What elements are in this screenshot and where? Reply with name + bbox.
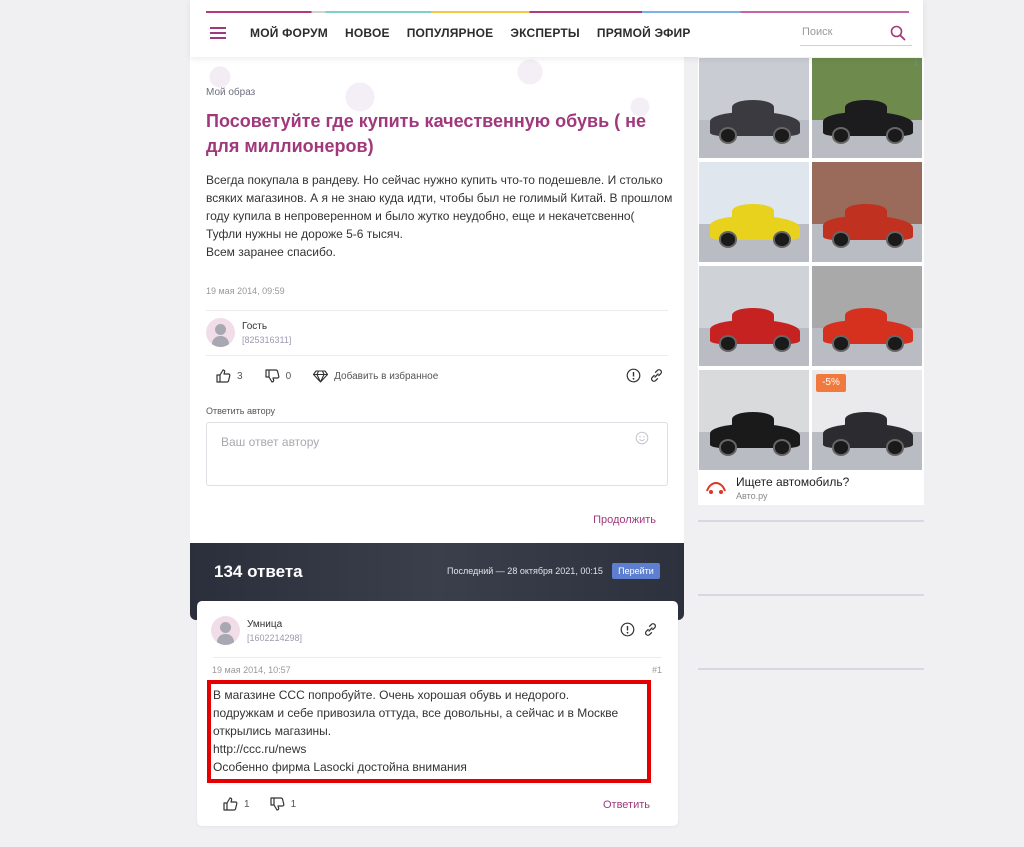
answer-body: В магазине ССС попробуйте. Очень хорошая… [207, 680, 651, 783]
autoru-logo [704, 476, 728, 500]
diamond-icon [313, 369, 329, 383]
favorite-label: Добавить в избранное [334, 370, 439, 382]
dislike-count: 0 [285, 370, 292, 382]
add-to-favorites-button[interactable]: Добавить в избранное [313, 369, 439, 383]
rainbow-stripe [206, 11, 909, 13]
avatar [211, 616, 240, 645]
search-icon[interactable] [890, 25, 906, 41]
post-tools [626, 368, 664, 383]
report-icon[interactable] [620, 622, 635, 637]
divider [213, 657, 662, 658]
ad-info-icon[interactable]: i [910, 57, 922, 69]
post-card: Мой образ Посоветуйте где купить качеств… [190, 57, 684, 620]
author-id: [825316311] [242, 334, 292, 345]
dislike-button[interactable]: 0 [264, 369, 292, 383]
answer-author[interactable]: Умница [1602214298] [211, 616, 302, 645]
go-to-last-button[interactable]: Перейти [612, 563, 660, 579]
thumbs-down-icon [269, 797, 284, 811]
last-answer-info: Последний — 28 октября 2021, 00:15 [447, 566, 603, 576]
report-icon[interactable] [626, 368, 641, 383]
author-id: [1602214298] [247, 632, 303, 643]
post-body-text: Всегда покупала в рандеву. Но сейчас нуж… [206, 173, 673, 259]
answer-card: Умница [1602214298] 19 мая 2014, 10:57 #… [197, 601, 678, 826]
link-icon[interactable] [649, 368, 664, 383]
post-date: 19 мая 2014, 09:59 [206, 286, 285, 296]
answer-actions: 1 1 [223, 797, 316, 811]
continue-button[interactable]: Продолжить [593, 514, 656, 526]
search-box [800, 22, 912, 46]
nav-my-forum[interactable]: Мой форум [250, 26, 328, 40]
ad-title: Ищете автомобиль? [736, 475, 850, 489]
ad-car-image[interactable] [699, 370, 809, 470]
answer-tools [620, 622, 658, 637]
post-category[interactable]: Мой образ [206, 87, 255, 98]
like-button[interactable]: 1 [223, 797, 250, 811]
nav-popular[interactable]: Популярное [407, 26, 494, 40]
main-nav: Мой форум Новое Популярное Эксперты Прям… [210, 26, 708, 40]
ad-car-image[interactable] [812, 58, 922, 158]
top-navigation-bar: Мой форум Новое Популярное Эксперты Прям… [190, 0, 923, 57]
emoji-icon[interactable] [635, 431, 649, 445]
link-icon[interactable] [643, 622, 658, 637]
sidebar-divider [698, 668, 924, 670]
like-count: 1 [244, 798, 250, 810]
ad-car-image[interactable] [812, 162, 922, 262]
ad-source: Авто.ру [736, 491, 768, 501]
ad-car-grid: -5% [699, 58, 923, 470]
discount-badge: -5% [816, 374, 846, 392]
ad-car-image[interactable] [699, 266, 809, 366]
thumbs-up-icon [216, 369, 231, 383]
like-count: 3 [237, 370, 243, 382]
dislike-count: 1 [290, 798, 297, 810]
post-title: Посоветуйте где купить качественную обув… [206, 111, 647, 156]
dislike-button[interactable]: 1 [269, 797, 297, 811]
answer-text: В магазине ССС попробуйте. Очень хорошая… [213, 688, 619, 774]
ad-banner[interactable]: -5% i Ищете автомобиль? Авто.ру [698, 57, 924, 505]
reply-label: Ответить автору [206, 406, 275, 416]
author-name: Гость [242, 320, 268, 332]
thumbs-up-icon [223, 797, 238, 811]
nav-live[interactable]: Прямой эфир [597, 26, 691, 40]
menu-icon[interactable] [210, 27, 226, 39]
nav-experts[interactable]: Эксперты [510, 26, 580, 40]
thumbs-down-icon [264, 369, 279, 383]
sidebar-divider [698, 520, 924, 522]
answers-count: 134 ответа [214, 562, 303, 581]
ad-car-image[interactable] [812, 266, 922, 366]
post-body: Всегда покупала в рандеву. Но сейчас нуж… [206, 171, 676, 261]
divider [206, 355, 668, 356]
post-author[interactable]: Гость [825316311] [206, 318, 291, 347]
reply-textarea[interactable]: Ваш ответ автору [206, 422, 668, 486]
ad-footer[interactable]: Ищете автомобиль? Авто.ру [698, 471, 924, 505]
nav-new[interactable]: Новое [345, 26, 390, 40]
reply-placeholder: Ваш ответ автору [221, 435, 320, 449]
author-name: Умница [247, 618, 283, 630]
answer-number[interactable]: #1 [652, 665, 662, 675]
divider [206, 310, 668, 311]
ad-car-image[interactable]: -5% [812, 370, 922, 470]
like-button[interactable]: 3 [216, 369, 243, 383]
ad-car-image[interactable] [699, 162, 809, 262]
sidebar-divider [698, 594, 924, 596]
answer-reply-button[interactable]: Ответить [603, 799, 650, 811]
search-input[interactable] [800, 22, 886, 42]
ad-car-image[interactable] [699, 58, 809, 158]
post-actions: 3 0 Добавить в избранное [216, 369, 460, 383]
avatar [206, 318, 235, 347]
answer-date: 19 мая 2014, 10:57 [212, 665, 291, 675]
